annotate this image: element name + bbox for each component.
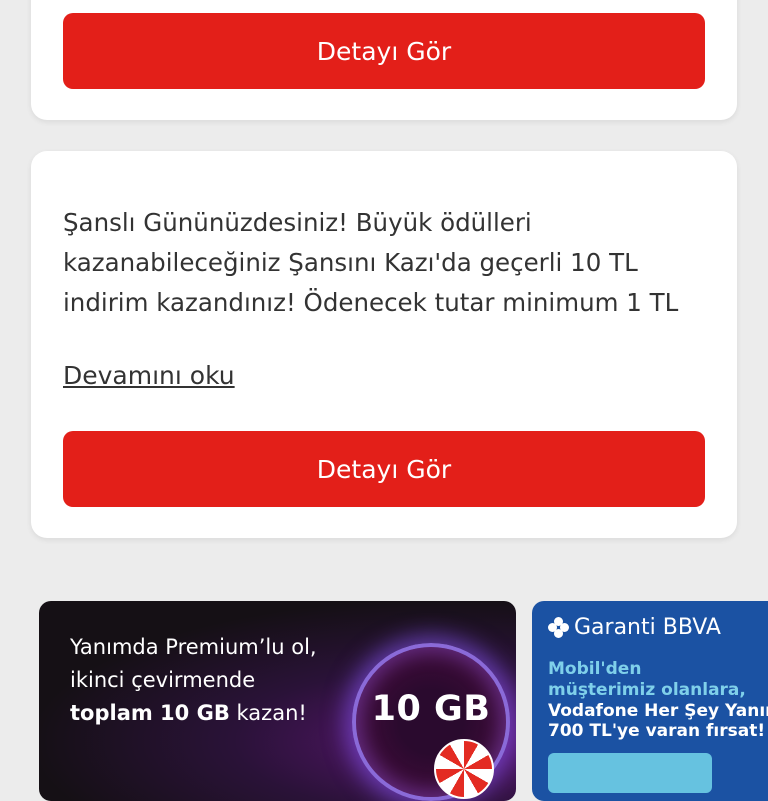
offer-card: Şanslı Gününüzdesiniz! Büyük ödülleri ka…	[31, 151, 737, 538]
garanti-logo: Garanti BBVA	[548, 615, 721, 640]
premium-campaign-banner[interactable]: Yanımda Premium’lu ol, ikinci çevirmende…	[39, 601, 516, 801]
previous-offer-card: Detayı Gör	[31, 0, 737, 120]
banner-text-line: 700 TL'ye varan fırsat!	[548, 721, 766, 741]
banner-text-line: Vodafone Her Şey Yanımda	[548, 701, 768, 721]
garanti-campaign-banner[interactable]: Garanti BBVA Mobil'den müşterimiz olanla…	[532, 601, 768, 801]
clover-icon	[548, 616, 570, 639]
garanti-logo-text: Garanti BBVA	[574, 615, 721, 640]
read-more-link[interactable]: Devamını oku	[63, 361, 235, 390]
offer-message: Şanslı Gününüzdesiniz! Büyük ödülleri ka…	[63, 208, 679, 317]
view-details-button[interactable]: Detayı Gör	[63, 13, 705, 89]
prize-wheel-icon	[434, 739, 494, 799]
banner-text-rest: kazan!	[229, 701, 307, 725]
banner-highlight: toplam 10 GB	[70, 701, 230, 725]
banner-text-line: Yanımda Premium’lu ol,	[70, 635, 317, 659]
banner-text-line: ikinci çevirmende	[70, 668, 256, 692]
banner-text-line: Mobil'den	[548, 659, 642, 679]
data-amount-badge: 10 GB	[371, 689, 491, 729]
banner-cta-button[interactable]	[548, 753, 712, 793]
banner-text-line: müşterimiz olanlara,	[548, 680, 746, 700]
view-details-button[interactable]: Detayı Gör	[63, 431, 705, 507]
banner-text-line: toplam 10 GB kazan!	[70, 701, 307, 725]
